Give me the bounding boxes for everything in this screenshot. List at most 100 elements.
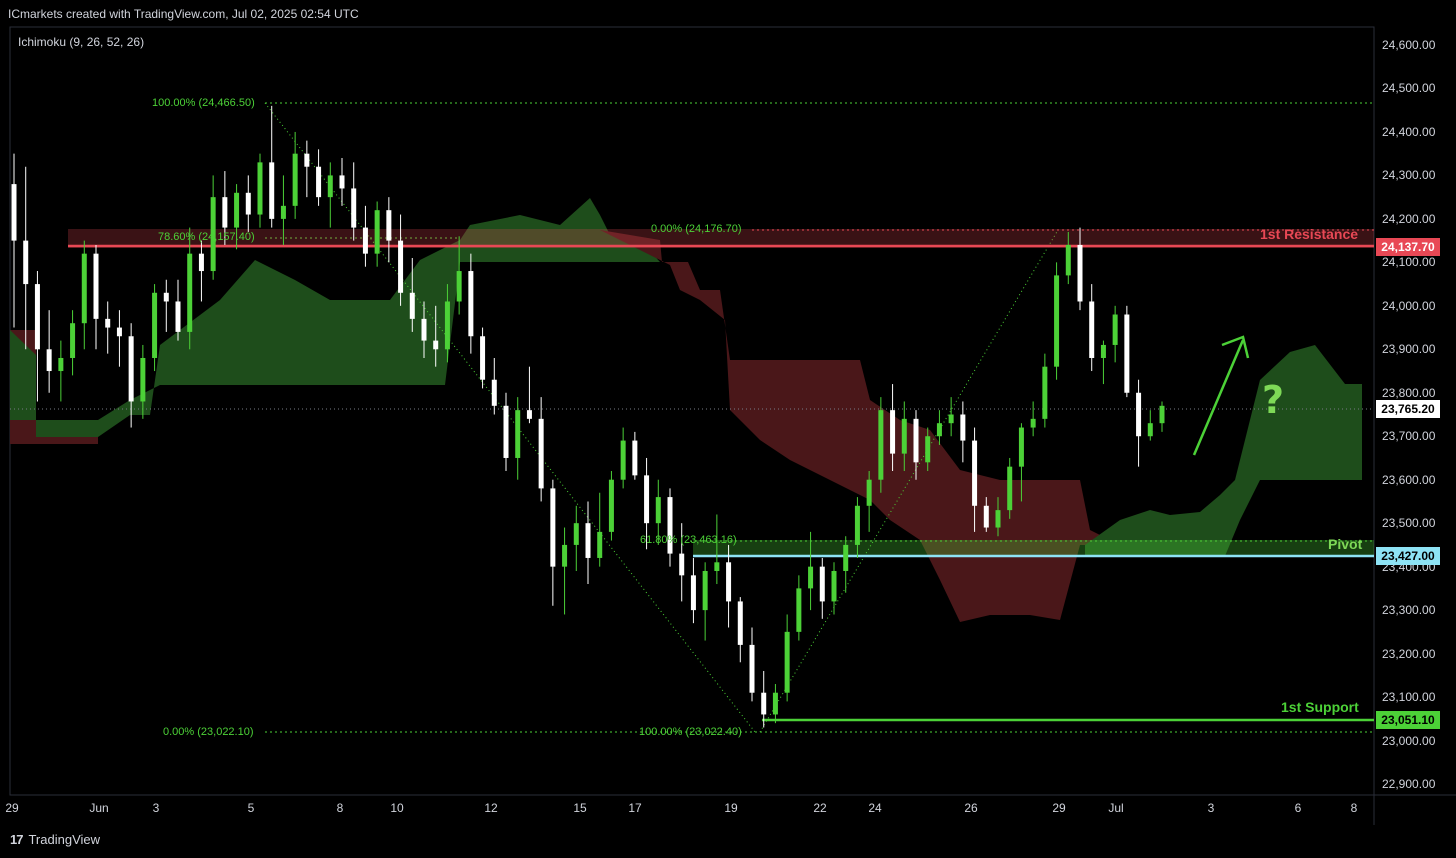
time-tick-label: 29 (5, 801, 19, 815)
candle-body (562, 544, 568, 567)
price-tick-label: 23,100.00 (1382, 690, 1436, 705)
candle-body (316, 166, 322, 198)
candle-body (456, 271, 462, 302)
candle (468, 253, 474, 354)
candle-body (23, 240, 29, 285)
candle (772, 684, 778, 724)
candle-body (655, 497, 661, 524)
candle (585, 501, 591, 585)
time-tick-label: 19 (724, 801, 738, 815)
fib-label-100-bottom: 100.00% (23,022.40) (639, 726, 742, 738)
resistance-label: 1st Resistance (1260, 226, 1359, 242)
candle-body (386, 210, 392, 241)
candle-body (538, 418, 544, 489)
candle-body (843, 544, 849, 571)
price-tick-label: 24,000.00 (1382, 298, 1436, 313)
candle-body (292, 153, 298, 206)
candle-body (983, 505, 989, 528)
candle (23, 166, 29, 350)
forecast-arrow (1192, 335, 1250, 456)
candle-body (105, 318, 111, 328)
candle (831, 562, 837, 615)
candle (503, 392, 509, 472)
candle (11, 153, 17, 328)
fib-label-61-8: 61.80% (23,463.16) (640, 534, 737, 546)
candle (198, 240, 204, 302)
candle (538, 397, 544, 502)
candle (620, 427, 626, 489)
candle-body (163, 292, 169, 302)
candle-body (140, 357, 146, 402)
candle (796, 575, 802, 641)
candle (948, 397, 954, 437)
candle-body (819, 566, 825, 602)
level-lines (10, 229, 1374, 722)
support-label: 1st Support (1281, 699, 1359, 715)
candle-body (948, 414, 954, 424)
candle-body (152, 292, 158, 358)
candle-body (1065, 244, 1071, 276)
candle (632, 431, 638, 480)
candle (46, 310, 52, 393)
time-tick-label: 3 (152, 801, 160, 815)
price-tick-label: 23,900.00 (1382, 342, 1436, 357)
candle-body (222, 197, 228, 228)
candle-body (433, 340, 439, 350)
candle-body (70, 323, 76, 358)
candle-body (726, 562, 732, 602)
candle-body (925, 436, 931, 463)
candle (175, 279, 181, 341)
candle-body (398, 240, 404, 293)
candle (866, 471, 872, 532)
price-tick-label: 24,100.00 (1382, 255, 1436, 270)
candle-body (1147, 423, 1153, 437)
candle-body (772, 692, 778, 715)
candle-body (702, 570, 708, 611)
candle-body (93, 253, 99, 319)
candle-body (421, 318, 427, 341)
candle-body (409, 292, 415, 319)
time-tick-label: 17 (628, 801, 642, 815)
candle-body (784, 631, 790, 693)
time-tick-label: 3 (1207, 801, 1215, 815)
candle-body (936, 423, 942, 437)
candle-body (526, 410, 532, 419)
support-price-tag: 23,051.10 (1376, 711, 1440, 729)
fib-label-100-top: 100.00% (24,466.50) (152, 97, 255, 109)
candle-body (11, 184, 17, 241)
candle-body (1030, 418, 1036, 428)
candle-body (620, 440, 626, 480)
candle-body (175, 301, 181, 332)
price-tick-label: 23,200.00 (1382, 646, 1436, 661)
candle (526, 366, 532, 424)
candle-body (1042, 366, 1048, 419)
candle (1042, 353, 1048, 428)
price-tick-label: 24,500.00 (1382, 81, 1436, 96)
time-tick-label: 22 (813, 801, 827, 815)
candle (726, 544, 732, 628)
candle-body (632, 440, 638, 476)
candles (11, 105, 1165, 728)
candle (81, 240, 87, 350)
candle (1136, 379, 1142, 467)
price-tick-label: 23,800.00 (1382, 385, 1436, 400)
price-tick-label: 23,500.00 (1382, 516, 1436, 531)
candle (737, 597, 743, 663)
price-tick-label: 24,600.00 (1382, 38, 1436, 52)
candle (480, 327, 486, 389)
tradingview-logo[interactable]: 17 TradingView (10, 832, 100, 847)
candle (257, 153, 263, 228)
price-tick-label: 23,300.00 (1382, 603, 1436, 618)
candle-body (304, 153, 310, 167)
time-tick-label: 5 (247, 801, 255, 815)
candle-body (1100, 344, 1106, 358)
candle (269, 105, 275, 228)
time-tick-label: 29 (1052, 801, 1066, 815)
candle (1159, 401, 1165, 432)
candle (562, 527, 568, 615)
candle (163, 279, 169, 332)
candle (597, 492, 603, 567)
candle-body (901, 418, 907, 454)
candle-body (468, 271, 474, 337)
price-tick-label: 24,400.00 (1382, 124, 1436, 139)
